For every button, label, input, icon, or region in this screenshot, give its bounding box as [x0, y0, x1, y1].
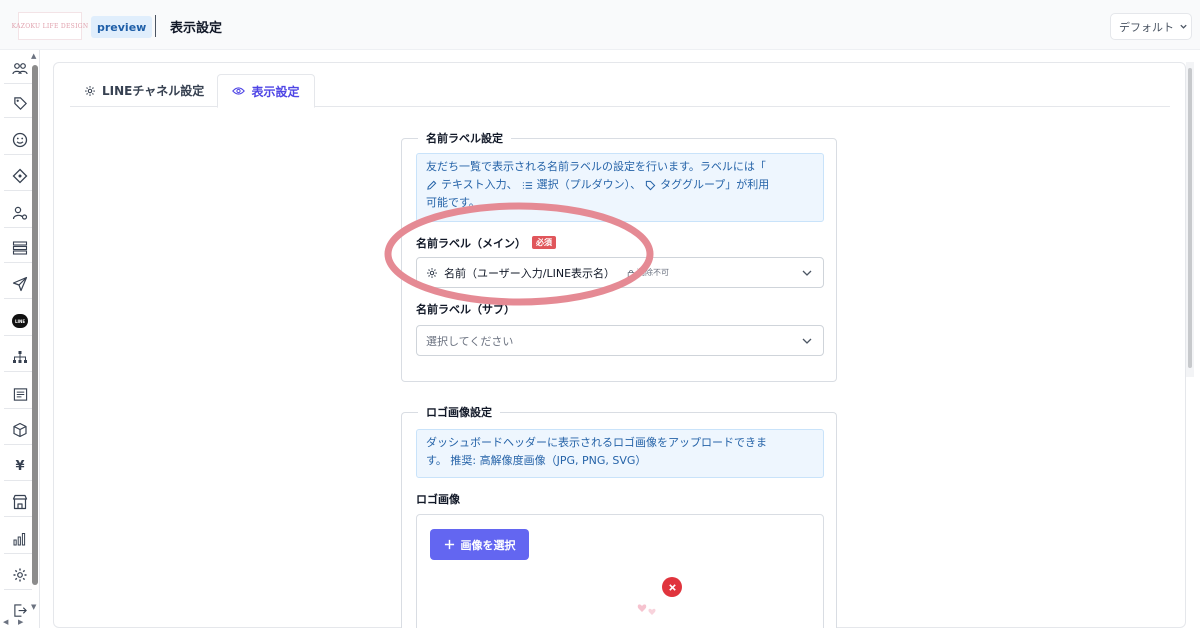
remove-image-button[interactable]: [662, 577, 682, 597]
smile-icon[interactable]: [10, 130, 30, 150]
undeletable-note: 削除不可: [627, 267, 669, 278]
list-icon[interactable]: [10, 238, 30, 258]
hierarchy-icon[interactable]: [10, 347, 30, 367]
chevron-down-icon: [1180, 24, 1187, 29]
sidebar: ▲ ▼ LINE ¥ ◀ ▶: [0, 50, 40, 628]
app-header: KAZOKU LIFE DESIGN preview 表示設定 デフォルト: [0, 0, 1200, 50]
close-icon: [668, 583, 676, 591]
tab-line-channel-label: LINEチャネル設定: [102, 84, 205, 98]
nav-divider: [4, 553, 32, 554]
section-title: 名前ラベル設定: [418, 130, 511, 146]
name-label-info-box: 友だち一覧で表示される名前ラベルの設定を行います。ラベルには「 テキスト入力、 …: [416, 153, 824, 222]
view-select-label: デフォルト: [1119, 20, 1174, 34]
sub-label-select[interactable]: 選択してください: [416, 325, 824, 356]
settings-icon[interactable]: [10, 565, 30, 585]
plus-icon: [444, 539, 454, 550]
nav-divider: [4, 371, 32, 372]
info-line: す。 推奨: 高解像度画像（JPG, PNG, SVG）: [426, 454, 647, 467]
nav-divider: [4, 83, 32, 84]
info-line: 友だち一覧で表示される名前ラベルの設定を行います。ラベルには「: [426, 160, 766, 173]
nav-divider: [4, 444, 32, 445]
sub-label-field-label: 名前ラベル（サブ）: [416, 303, 515, 316]
line-icon[interactable]: LINE: [10, 311, 30, 331]
page-title: 表示設定: [170, 21, 223, 36]
tab-display-settings[interactable]: 表示設定: [217, 74, 315, 108]
gear-icon: [427, 267, 437, 278]
main-label-field-label: 名前ラベル（メイン） 必須: [416, 235, 556, 251]
nav-divider: [4, 335, 32, 336]
box-icon[interactable]: [10, 420, 30, 440]
gear-icon: [85, 85, 95, 96]
nav-divider: [4, 516, 32, 517]
user-gear-icon[interactable]: [10, 203, 30, 223]
section-title: ロゴ画像設定: [418, 404, 500, 420]
select-image-button[interactable]: 画像を選択: [430, 529, 529, 560]
nav-divider: [4, 154, 32, 155]
main-label-select[interactable]: 名前（ユーザー入力/LINE表示名） 削除不可: [416, 257, 824, 288]
send-icon[interactable]: [10, 274, 30, 294]
lock-icon: [627, 269, 635, 277]
scroll-down-arrow[interactable]: ▼: [31, 603, 36, 611]
brand-logo[interactable]: KAZOKU LIFE DESIGN: [12, 12, 88, 40]
info-line: ダッシュボードヘッダーに表示されるロゴ画像をアップロードできま: [426, 436, 767, 449]
required-badge: 必須: [532, 236, 556, 249]
users-icon[interactable]: [10, 59, 30, 79]
content-scrollbar[interactable]: [1188, 68, 1192, 368]
main-label-value: 名前（ユーザー入力/LINE表示名）: [444, 266, 616, 280]
logo-info-box: ダッシュボードヘッダーに表示されるロゴ画像をアップロードできま す。 推奨: 高…: [416, 429, 824, 478]
chevron-down-icon: [802, 338, 812, 344]
eye-icon: [232, 87, 246, 95]
tab-line-channel[interactable]: LINEチャネル設定: [84, 74, 204, 107]
list-icon: [522, 181, 532, 189]
tag-icon: [646, 180, 656, 190]
nav-divider: [4, 262, 32, 263]
nav-divider: [4, 190, 32, 191]
scroll-right-arrow[interactable]: ▶: [18, 618, 23, 626]
nav-divider: [4, 298, 32, 299]
nav-divider: [4, 408, 32, 409]
nav-divider: [4, 589, 32, 590]
pencil-icon: [427, 180, 437, 190]
nav-divider: [4, 117, 32, 118]
nav-divider: [4, 227, 32, 228]
logo-image-settings-section: ロゴ画像設定 ダッシュボードヘッダーに表示されるロゴ画像をアップロードできま す…: [401, 404, 837, 628]
tag-icon[interactable]: [10, 93, 30, 113]
info-line: テキスト入力、 選択（プルダウン）、 タググループ」が利用: [426, 176, 814, 194]
name-label-settings-section: 名前ラベル設定 友だち一覧で表示される名前ラベルの設定を行います。ラベルには「 …: [401, 130, 837, 382]
scroll-up-arrow[interactable]: ▲: [31, 52, 36, 60]
preview-badge: preview: [91, 16, 153, 38]
store-icon[interactable]: [10, 492, 30, 512]
yen-icon[interactable]: ¥: [10, 456, 30, 476]
logout-icon[interactable]: [10, 600, 30, 620]
chart-icon[interactable]: [10, 529, 30, 549]
nav-divider: [4, 480, 32, 481]
settings-tabs: LINEチャネル設定 表示設定: [70, 74, 1170, 108]
chevron-down-icon: [802, 270, 812, 276]
sub-label-placeholder: 選択してください: [426, 334, 514, 348]
scroll-left-arrow[interactable]: ◀: [3, 618, 8, 626]
header-divider: [155, 15, 156, 37]
diamond-icon[interactable]: [10, 166, 30, 186]
logo-upload-area[interactable]: 画像を選択: [416, 514, 824, 628]
info-line: 可能です。: [426, 196, 480, 209]
logo-image-label: ロゴ画像: [416, 493, 460, 506]
view-select[interactable]: デフォルト: [1110, 13, 1192, 40]
sidebar-scrollbar[interactable]: [32, 65, 38, 585]
logo-preview-image: [637, 604, 656, 615]
document-icon[interactable]: [10, 384, 30, 404]
tab-display-settings-label: 表示設定: [251, 84, 300, 99]
